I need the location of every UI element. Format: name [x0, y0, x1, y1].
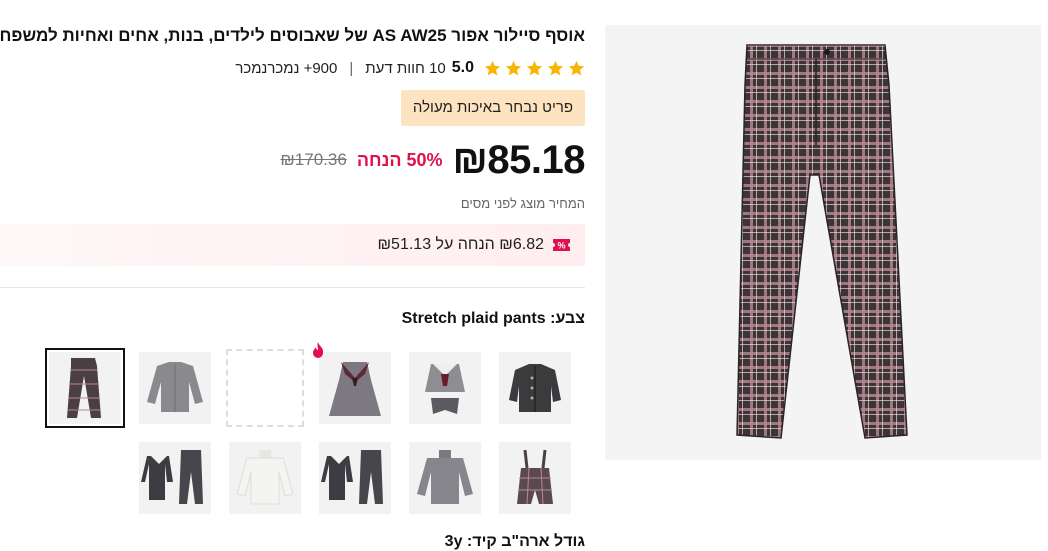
original-price: ₪170.36 [280, 150, 347, 169]
star-icon [568, 60, 585, 75]
white-turtleneck-thumbnail [236, 450, 294, 505]
coupon-bar[interactable]: % ₪6.82 הנחה על ₪51.13 › [0, 224, 585, 266]
color-swatch-empty[interactable] [226, 349, 304, 427]
current-price: ₪85.18 [452, 137, 586, 182]
rating-row[interactable]: 5.0 10 חוות דעת | 900+ נמכרנמכר [235, 57, 585, 79]
price-row: ₪85.18 50% הנחה ₪170.36 [280, 136, 585, 184]
color-swatch-plaid-overalls[interactable] [499, 442, 571, 514]
tax-note: המחיר מוצג לפני מסים [460, 196, 585, 211]
rating-value: 5.0 [451, 59, 474, 76]
quality-badge: פריט נבחר באיכות מעולה [400, 90, 585, 126]
collar-set-2-thumbnail [141, 450, 203, 504]
sailor-dress-thumbnail [329, 362, 381, 416]
plaid-pants-image [736, 44, 908, 439]
star-icon [484, 60, 501, 75]
color-swatch-collar-set-2[interactable] [139, 442, 211, 514]
review-count-link[interactable]: 10 חוות דעת [365, 60, 445, 77]
color-swatch-dress-set[interactable] [409, 352, 481, 424]
plaid-pants-thumbnail [49, 352, 121, 424]
gray-turtleneck-thumbnail [417, 450, 473, 504]
product-title: אוסף סיילור אפור AS AW25 של שאבוסים לילד… [0, 26, 585, 45]
plaid-overalls-thumbnail [517, 449, 553, 505]
color-swatch-sailor-dress[interactable] [319, 352, 391, 424]
fire-icon [313, 342, 324, 358]
color-swatch-cardigan[interactable] [499, 352, 571, 424]
star-icon [526, 60, 543, 75]
collar-set-thumbnail [321, 450, 383, 504]
coupon-text: ₪6.82 הנחה על ₪51.13 [377, 236, 544, 253]
color-swatch-collar-set[interactable] [319, 442, 391, 514]
star-icon [547, 60, 564, 75]
sold-count: 900+ נמכרנמכר [235, 59, 338, 77]
star-rating [484, 60, 585, 77]
coupon-percent-icon: % [553, 239, 570, 251]
color-selector-label: צבע: Stretch plaid pants [402, 310, 585, 328]
separator: | [349, 59, 354, 77]
star-icon [505, 60, 522, 75]
color-swatch-plaid-pants[interactable] [45, 348, 125, 428]
gray-blouse-thumbnail [147, 362, 203, 412]
main-product-image[interactable] [605, 25, 1041, 460]
svg-text:%: % [557, 241, 565, 251]
divider [0, 287, 585, 288]
product-page: אוסף סיילור אפור AS AW25 של שאבוסים לילד… [0, 0, 1048, 550]
discount-label: 50% הנחה [356, 149, 443, 170]
selected-color-name: Stretch plaid pants [401, 310, 546, 327]
color-label-prefix: צבע: [550, 310, 585, 327]
color-swatch-gray-blouse[interactable] [139, 352, 211, 424]
cardigan-thumbnail [509, 364, 561, 412]
dress-set-thumbnail [425, 364, 465, 414]
color-swatch-gray-turtleneck[interactable] [409, 442, 481, 514]
color-swatch-white-turtleneck[interactable] [229, 442, 301, 514]
